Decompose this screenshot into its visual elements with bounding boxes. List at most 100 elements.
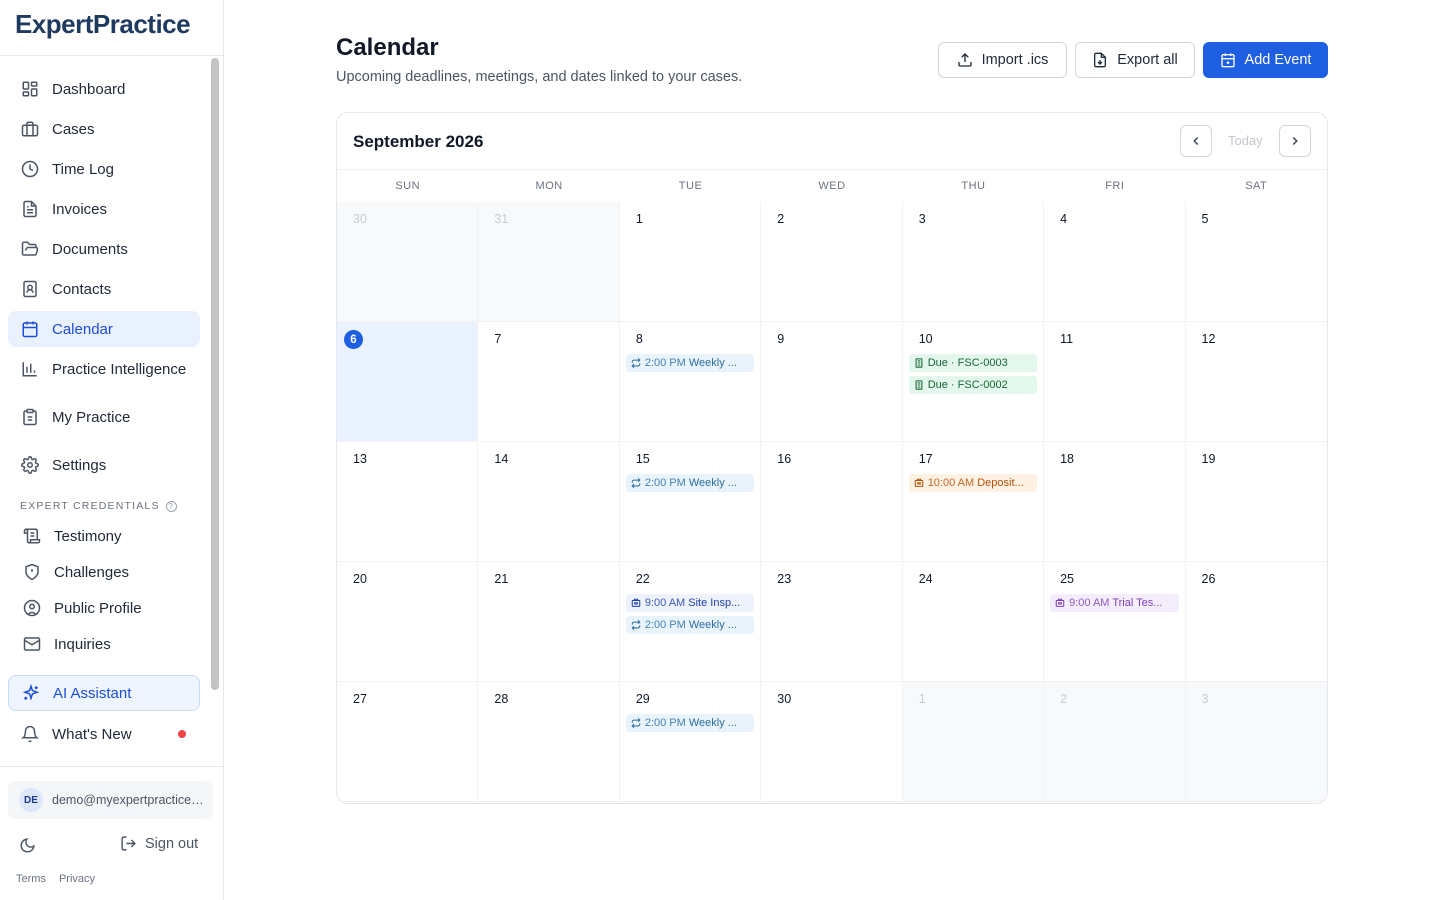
next-month-button[interactable] [1279,125,1311,157]
calendar-day[interactable]: 23 [761,562,903,682]
calendar-day[interactable]: 19 [1185,442,1327,562]
calendar-day[interactable]: 22 9:00 AM Site Insp... 2:00 PM Weekly ... [619,562,762,682]
terms-link[interactable]: Terms [16,873,46,885]
calendar-event[interactable]: 10:00 AM Deposit... [908,474,1038,492]
calendar-day[interactable]: 1 [902,682,1045,802]
sidebar-item-documents[interactable]: Documents [8,231,200,267]
calendar-day[interactable]: 18 [1044,442,1186,562]
calendar-day[interactable]: 4 [1044,202,1186,322]
sidebar-item-inquiries[interactable]: Inquiries [10,626,202,662]
sidebar-item-label: Public Profile [54,599,142,617]
calendar-day[interactable]: 25 9:00 AM Trial Tes... [1044,562,1186,682]
calendar-day[interactable]: 27 [337,682,479,802]
previous-month-button[interactable] [1180,125,1212,157]
moon-icon[interactable] [19,837,37,855]
calendar-day[interactable]: 11 [1044,322,1186,442]
calendar-day[interactable]: 2 [761,202,903,322]
day-number: 10 [918,332,933,346]
calendar-day[interactable]: 15 2:00 PM Weekly ... [619,442,762,562]
calendar-day[interactable]: 9 [761,322,903,442]
calendar-event[interactable]: 9:00 AM Trial Tes... [1050,594,1179,612]
sidebar-scrollbar[interactable] [211,58,219,690]
calendar-event[interactable]: 2:00 PM Weekly ... [625,354,755,372]
calendar-day[interactable]: 28 [478,682,620,802]
sidebar-item-testimony[interactable]: Testimony [10,518,202,554]
sidebar-item-cases[interactable]: Cases [8,111,200,147]
sidebar-item-label: AI Assistant [53,684,132,702]
add-event-button[interactable]: Add Event [1203,42,1328,78]
sidebar-item-ai-assistant[interactable]: AI Assistant [8,675,200,711]
calendar-event[interactable]: 2:00 PM Weekly ... [625,616,755,634]
import-ics-button[interactable]: Import .ics [938,42,1067,78]
day-number: 14 [494,452,509,466]
mail-icon [22,634,42,654]
today-button[interactable]: Today [1228,133,1263,148]
avatar: DE [19,788,43,812]
brand-logo[interactable]: ExpertPractice [0,0,223,56]
event-title: Trial Tes... [1112,597,1163,609]
calendar-day[interactable]: 14 [478,442,620,562]
calendar-day[interactable]: 26 [1185,562,1327,682]
calendar-day[interactable]: 8 2:00 PM Weekly ... [619,322,762,442]
calendar-day[interactable]: 12 [1185,322,1327,442]
calendar-day[interactable]: 24 [902,562,1045,682]
day-number: 20 [353,572,367,586]
calendar-day[interactable]: 30 [337,202,479,322]
sidebar-item-calendar[interactable]: Calendar [8,311,200,347]
sidebar-item-practice-intelligence[interactable]: Practice Intelligence [8,351,200,387]
event-title: Weekly ... [688,717,737,729]
sidebar-item-invoices[interactable]: Invoices [8,191,200,227]
export-all-button[interactable]: Export all [1075,42,1195,78]
sidebar-item-settings[interactable]: Settings [8,447,200,483]
sidebar-item-whats-new[interactable]: What's New [8,716,200,752]
calendar-day[interactable]: 7 [478,322,620,442]
calendar-day[interactable]: 21 [478,562,620,682]
day-events: 9:00 AM Trial Tes... [1050,594,1179,612]
sidebar-item-label: Invoices [52,200,108,218]
calendar-day[interactable]: 30 [761,682,903,802]
weekday-label: THU [961,180,986,192]
calendar-day[interactable]: 5 [1185,202,1327,322]
chevron-left-icon [1189,134,1203,148]
calendar-day[interactable]: 29 2:00 PM Weekly ... [619,682,762,802]
calendar-day[interactable]: 3 [902,202,1045,322]
repeat-icon [631,718,645,728]
sidebar-item-contacts[interactable]: Contacts [8,271,200,307]
calendar-event[interactable]: Due · FSC-0002 [908,376,1038,394]
sign-out-button[interactable]: Sign out [120,835,198,852]
calendar-event[interactable]: 2:00 PM Weekly ... [625,474,755,492]
help-icon[interactable]: ? [165,500,177,512]
upload-icon [957,52,973,68]
calendar-day[interactable]: 10 Due · FSC-0003 Due · FSC-0002 [902,322,1045,442]
sidebar-item-dashboard[interactable]: Dashboard [8,71,200,107]
calendar-day[interactable]: 1 [619,202,762,322]
sidebar-item-label: Testimony [54,527,122,545]
building-icon [631,598,645,608]
sidebar-item-label: Calendar [52,320,113,338]
day-number: 29 [635,692,650,706]
calendar-day[interactable]: 16 [761,442,903,562]
event-title: Weekly ... [688,477,737,489]
calendar-event[interactable]: 9:00 AM Site Insp... [625,594,755,612]
sidebar-item-challenges[interactable]: Challenges [10,554,202,590]
calendar-day[interactable]: 17 10:00 AM Deposit... [902,442,1045,562]
clipboard-icon [20,407,40,427]
sidebar-item-my-practice[interactable]: My Practice [8,399,200,435]
privacy-link[interactable]: Privacy [59,873,95,885]
page-title: Calendar [336,34,439,61]
document-icon [914,380,928,390]
calendar-day[interactable]: 20 [337,562,479,682]
calendar-day-today[interactable]: 6 [337,322,479,442]
user-card[interactable]: DE demo@myexpertpractice.com [8,781,213,819]
day-number: 28 [494,692,509,706]
calendar-event[interactable]: Due · FSC-0003 [908,354,1038,372]
calendar-day[interactable]: 2 [1044,682,1186,802]
sidebar-item-public-profile[interactable]: Public Profile [10,590,202,626]
sparkles-icon [21,683,41,703]
calendar-day[interactable]: 31 [478,202,620,322]
calendar-day[interactable]: 3 [1185,682,1327,802]
calendar-event[interactable]: 2:00 PM Weekly ... [625,714,755,732]
calendar-week-row: 20 21 22 9:00 AM Site Insp... 2:00 PM Weekly… [337,562,1327,682]
calendar-day[interactable]: 13 [337,442,479,562]
sidebar-item-time-log[interactable]: Time Log [8,151,200,187]
